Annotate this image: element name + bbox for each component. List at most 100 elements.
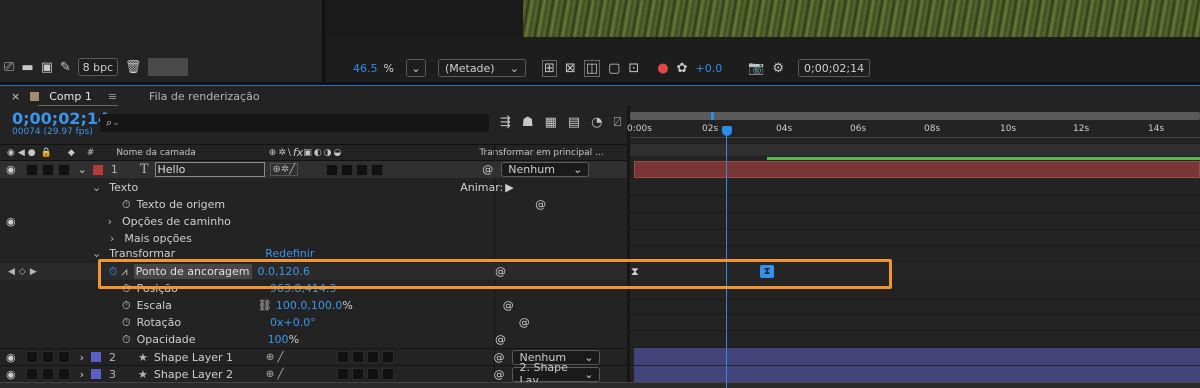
stopwatch-icon[interactable]: ⏱ [122, 198, 131, 212]
lock-switch[interactable] [57, 163, 70, 176]
parent-dropdown[interactable]: Nenhum ⌄ [501, 162, 590, 177]
pickwhip-icon[interactable]: @ [493, 368, 504, 381]
grid-icon[interactable]: ⊠ [565, 62, 576, 75]
stopwatch-icon[interactable]: ⏱ [122, 299, 131, 313]
zoom-value[interactable]: 46.5 [353, 62, 378, 75]
pin-icon[interactable]: ✎ [60, 61, 71, 74]
mask-icon[interactable]: ◫ [583, 59, 601, 77]
visibility-eye-icon[interactable]: ◉ [6, 368, 16, 381]
zoom-dropdown[interactable]: ⌄ [405, 59, 426, 77]
lock-switch[interactable] [57, 368, 70, 380]
eye-icon[interactable]: ◉ [6, 215, 16, 228]
fx-switch[interactable] [326, 163, 339, 176]
reset-link[interactable]: Redefinir [265, 247, 314, 259]
layer-name-header[interactable]: Nome da camada [116, 148, 195, 158]
rotation-value[interactable]: 0x+0.0° [270, 316, 316, 329]
more-options-row[interactable]: › Mais opções [0, 230, 627, 247]
color-swatch[interactable] [148, 58, 189, 76]
link-icon[interactable]: ⛓ [258, 299, 272, 312]
chevron-down-icon[interactable]: ⌄ [92, 247, 101, 259]
tab-render-queue[interactable]: Fila de renderização [149, 90, 260, 103]
adj-switch[interactable] [356, 163, 369, 176]
adj-switch[interactable] [367, 368, 380, 380]
audio-switch[interactable] [25, 351, 38, 363]
opacity-row[interactable]: ⏱ Opacidade 100 % @ [0, 331, 627, 348]
work-area-bar[interactable] [630, 144, 1200, 156]
3d-switch[interactable] [382, 351, 395, 363]
graph-editor-icon[interactable]: ⍁ [614, 116, 622, 129]
resolution-dropdown[interactable]: (Metade) ⌄ [437, 59, 526, 77]
navigator-bar[interactable] [630, 112, 1200, 120]
region-icon[interactable]: ▢ [608, 62, 620, 75]
channels-icon[interactable]: ● [657, 62, 668, 75]
solo-switch[interactable] [41, 163, 54, 176]
add-keyframe-icon[interactable]: ◇ [19, 267, 26, 277]
layer-name[interactable]: Hello [154, 162, 265, 177]
layer-row-1[interactable]: ◉ ⌄ 1 T Hello ⊕✲╱ @ Nenhum ⌄ [0, 161, 627, 178]
scale-value[interactable]: 100.0,100.0 [276, 299, 342, 312]
expand-chevron-icon[interactable]: ⌄ [78, 163, 87, 176]
pickwhip-icon[interactable]: @ [535, 198, 546, 211]
folder-icon[interactable]: ▬ [21, 61, 33, 74]
time-ruler[interactable]: 0:00s 02s 04s 06s 08s 10s 12s 14s [627, 120, 1200, 138]
transparency-grid-icon[interactable]: ⊞ [541, 59, 557, 77]
safe-zones-icon[interactable]: ⊡ [628, 62, 639, 75]
prev-keyframe-icon[interactable]: ◀ [8, 267, 15, 277]
animar-label[interactable]: Animar: [460, 181, 503, 194]
label-color[interactable] [91, 369, 102, 379]
pickwhip-icon[interactable]: @ [482, 163, 493, 176]
visibility-eye-icon[interactable]: ◉ [6, 163, 16, 176]
motion-blur-icon[interactable]: ◔ [591, 116, 602, 129]
fx-switch[interactable] [337, 351, 350, 363]
rotation-row[interactable]: ⏱ Rotação 0x+0.0° @ [0, 314, 627, 331]
chevron-right-icon[interactable]: › [80, 351, 84, 364]
show-snapshot-icon[interactable]: ⚙ [772, 62, 784, 75]
scale-row[interactable]: ⏱ Escala ⛓ 100.0,100.0 % @ [0, 297, 627, 314]
color-management-icon[interactable]: ✿ [677, 62, 688, 75]
stopwatch-icon[interactable]: ⏱ [122, 333, 131, 347]
shy-layers-icon[interactable]: ▦ [545, 116, 557, 129]
exposure-value[interactable]: +0.0 [696, 62, 723, 75]
tab-comp-1[interactable]: Comp 1 [49, 90, 92, 103]
trash-icon[interactable]: 🗑 [125, 61, 142, 74]
3d-switch[interactable] [371, 163, 384, 176]
label-color[interactable] [91, 352, 102, 362]
texto-group-row[interactable]: ⌄ Texto Animar: ▶ [0, 179, 627, 196]
chevron-down-icon[interactable]: ⌄ [92, 181, 101, 194]
switches[interactable]: ⊕ ╱ [266, 352, 284, 363]
label-color[interactable] [92, 164, 103, 175]
chevron-right-icon[interactable]: › [80, 368, 84, 381]
layer-name[interactable]: Shape Layer 1 [154, 351, 266, 364]
fx-switch[interactable] [337, 368, 350, 380]
composition-mini-flowchart-icon[interactable]: ⇶ [500, 116, 511, 129]
new-comp-icon[interactable]: ▣ [41, 61, 53, 74]
stopwatch-icon[interactable]: ⏱ [122, 316, 131, 330]
tab-menu-icon[interactable]: ≡ [108, 90, 117, 103]
parent-dropdown[interactable]: 2. Shape Lay ⌄ [512, 361, 601, 387]
chevron-right-icon[interactable]: › [110, 232, 114, 245]
blend-switch[interactable] [341, 163, 354, 176]
close-tab-button[interactable]: × [11, 90, 20, 103]
parent-header[interactable]: Transformar em principal ... [479, 148, 603, 158]
bpc-button[interactable]: 8 bpc [77, 58, 118, 76]
viewer-timecode[interactable]: 0;00;02;14 [798, 59, 871, 77]
blend-switch[interactable] [352, 351, 365, 363]
path-options-row[interactable]: ◉ › Opções de caminho [0, 213, 627, 230]
3d-switch[interactable] [382, 368, 395, 380]
interpret-footage-icon[interactable]: ⎚ [4, 61, 14, 74]
blend-switch[interactable] [352, 368, 365, 380]
pickwhip-icon[interactable]: @ [519, 316, 530, 329]
switches[interactable]: ⊕✲╱ [269, 163, 299, 176]
current-time[interactable]: 0;00;02;14 [12, 109, 109, 128]
audio-switch[interactable] [25, 163, 38, 176]
solo-switch[interactable] [41, 351, 54, 363]
pickwhip-icon[interactable]: @ [495, 333, 506, 346]
search-input[interactable]: ⌕ ⌄ [100, 114, 489, 132]
lock-switch[interactable] [57, 351, 70, 363]
pickwhip-icon[interactable]: @ [503, 299, 514, 312]
audio-switch[interactable] [25, 368, 38, 380]
chevron-right-icon[interactable]: › [108, 215, 112, 228]
visibility-eye-icon[interactable]: ◉ [6, 351, 16, 364]
transform-group-row[interactable]: ⌄ Transformar Redefinir [0, 247, 627, 259]
pickwhip-icon[interactable]: @ [493, 351, 504, 364]
